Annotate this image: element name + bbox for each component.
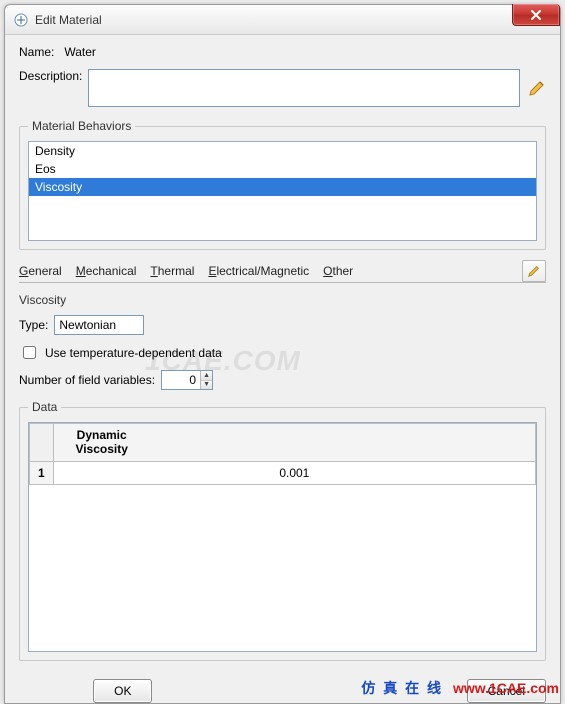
ok-button[interactable]: OK xyxy=(93,679,152,703)
close-icon xyxy=(530,9,542,21)
dialog-content: Name: Water Description: Material Behavi… xyxy=(5,35,560,671)
description-row: Description: xyxy=(19,69,546,107)
name-label: Name: xyxy=(19,45,54,59)
type-select[interactable]: Newtonian xyxy=(54,315,144,335)
menu-electrical[interactable]: Electrical/Magnetic xyxy=(208,264,309,278)
titlebar[interactable]: Edit Material xyxy=(5,5,560,35)
description-input[interactable] xyxy=(88,69,520,107)
temp-dependent-row: Use temperature-dependent data xyxy=(19,343,546,362)
data-grid-wrap: Dynamic Viscosity 1 0.001 xyxy=(28,422,537,652)
field-variables-label: Number of field variables: xyxy=(19,373,155,387)
material-behaviors-legend: Material Behaviors xyxy=(28,119,135,133)
viscosity-title: Viscosity xyxy=(19,293,546,307)
temp-dependent-checkbox[interactable] xyxy=(23,346,36,359)
field-variables-row: Number of field variables: ▲ ▼ xyxy=(19,370,546,390)
temp-dependent-label: Use temperature-dependent data xyxy=(45,346,222,360)
grid-corner xyxy=(30,424,54,462)
field-variables-input[interactable] xyxy=(162,371,200,389)
behavior-item-density[interactable]: Density xyxy=(29,142,536,160)
data-group: Data Dynamic Viscosity 1 xyxy=(19,400,546,661)
cell-dynamic-viscosity[interactable]: 0.001 xyxy=(53,461,535,484)
data-grid[interactable]: Dynamic Viscosity 1 0.001 xyxy=(29,423,536,485)
type-label: Type: xyxy=(19,318,48,332)
description-label: Description: xyxy=(19,69,82,83)
edit-behavior-button[interactable] xyxy=(522,260,546,282)
app-icon xyxy=(13,12,29,28)
edit-material-dialog: Edit Material Name: Water Description: M… xyxy=(4,4,561,704)
field-variables-spinner[interactable]: ▲ ▼ xyxy=(161,370,213,390)
window-title: Edit Material xyxy=(35,13,102,27)
pencil-icon xyxy=(528,79,546,97)
cancel-button[interactable]: Cancel xyxy=(467,679,546,703)
behaviors-list[interactable]: Density Eos Viscosity xyxy=(28,141,537,241)
material-behaviors-group: Material Behaviors Density Eos Viscosity xyxy=(19,119,546,250)
edit-description-button[interactable] xyxy=(528,79,546,97)
name-value: Water xyxy=(64,45,96,59)
row-index: 1 xyxy=(30,461,54,484)
menu-mechanical[interactable]: Mechanical xyxy=(76,264,137,278)
name-row: Name: Water xyxy=(19,45,546,59)
table-row[interactable]: 1 0.001 xyxy=(30,461,536,484)
menu-other[interactable]: Other xyxy=(323,264,353,278)
close-button[interactable] xyxy=(512,4,560,26)
menu-general[interactable]: General xyxy=(19,264,62,278)
menu-thermal[interactable]: Thermal xyxy=(150,264,194,278)
type-row: Type: Newtonian xyxy=(19,315,546,335)
button-bar: OK Cancel xyxy=(5,671,560,703)
data-legend: Data xyxy=(28,400,61,414)
behavior-item-eos[interactable]: Eos xyxy=(29,160,536,178)
col-dynamic-viscosity[interactable]: Dynamic Viscosity xyxy=(53,424,535,462)
spinner-up-button[interactable]: ▲ xyxy=(201,371,212,381)
behavior-item-viscosity[interactable]: Viscosity xyxy=(29,178,536,196)
spinner-down-button[interactable]: ▼ xyxy=(201,381,212,390)
behavior-menubar: General Mechanical Thermal Electrical/Ma… xyxy=(19,260,546,283)
pencil-icon xyxy=(527,264,541,278)
